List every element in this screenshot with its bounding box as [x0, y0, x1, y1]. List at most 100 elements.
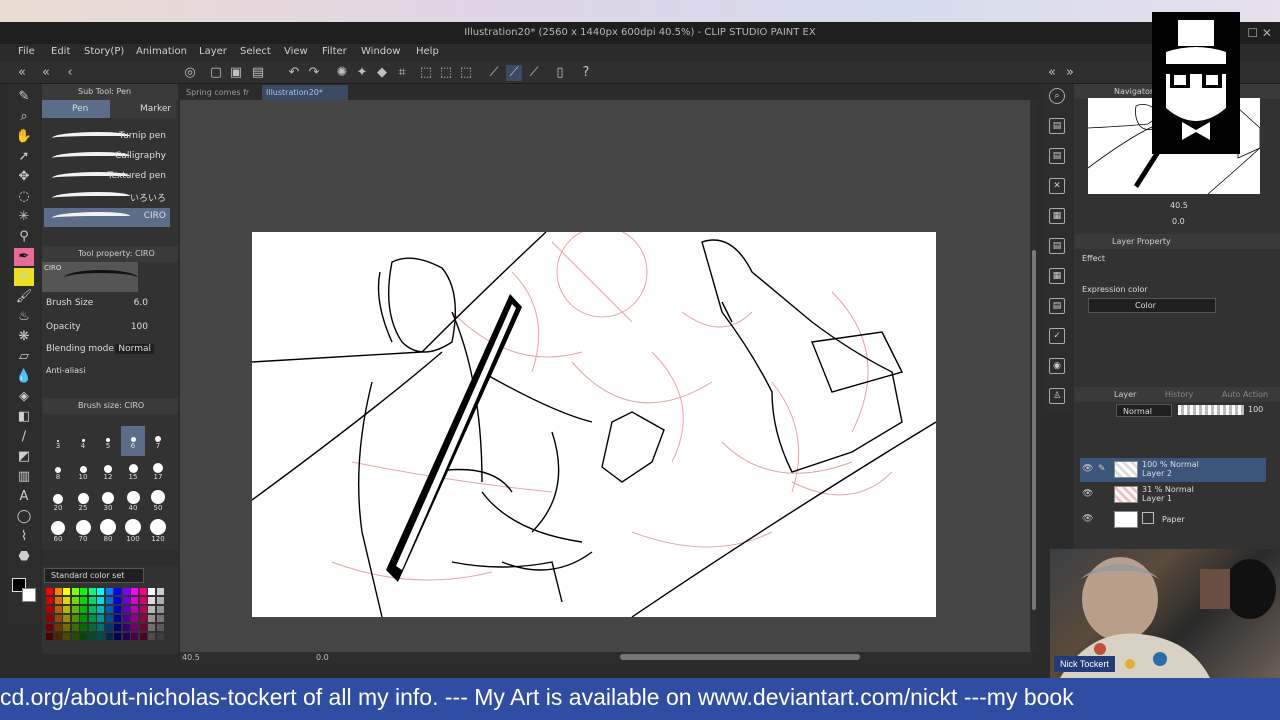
color-swatch[interactable]: [148, 606, 155, 613]
airbrush-icon[interactable]: ♨: [14, 308, 34, 326]
material-icon[interactable]: ▤: [1049, 238, 1065, 254]
magic-wand-icon[interactable]: ✳: [14, 208, 34, 226]
ruler-tool-icon[interactable]: ▥: [14, 468, 34, 486]
color-swatch[interactable]: [97, 597, 104, 604]
menu-edit[interactable]: Edit: [51, 46, 70, 57]
expression-color-dropdown[interactable]: Color: [1088, 298, 1216, 313]
color-swatch[interactable]: [105, 615, 113, 622]
color-swatch[interactable]: [122, 633, 130, 640]
color-swatch[interactable]: [131, 606, 138, 613]
color-swatch[interactable]: [105, 588, 113, 595]
color-swatch[interactable]: [97, 588, 104, 595]
brush-size-option[interactable]: 7: [146, 426, 170, 456]
color-swatch[interactable]: [114, 633, 121, 640]
brush-size-option[interactable]: 70: [71, 519, 95, 549]
brush-size-option[interactable]: 8: [46, 457, 70, 487]
material-icon[interactable]: ▤: [1049, 148, 1065, 164]
invert-selection-icon[interactable]: ⬚: [438, 65, 454, 81]
tab-history[interactable]: History: [1165, 390, 1193, 399]
color-swatch[interactable]: [80, 606, 87, 613]
loading-icon[interactable]: ✺: [334, 65, 350, 81]
color-swatch[interactable]: [148, 624, 155, 631]
clear-icon[interactable]: ✦: [354, 65, 370, 81]
sub-color-swatch[interactable]: [22, 588, 36, 602]
balloon-icon[interactable]: ◯: [14, 508, 34, 526]
color-swatch[interactable]: [80, 615, 87, 622]
angle-readout[interactable]: 0.0: [316, 652, 329, 664]
operation-icon[interactable]: ➚: [14, 148, 34, 166]
color-swatch[interactable]: [46, 624, 53, 631]
collapse-right-icon[interactable]: «: [1044, 65, 1060, 81]
color-swatch[interactable]: [88, 633, 96, 640]
grid-icon[interactable]: ▦: [1049, 208, 1065, 224]
close-panel-icon[interactable]: ✕: [1049, 178, 1065, 194]
color-swatch[interactable]: [131, 597, 138, 604]
material-icon[interactable]: ▤: [1049, 298, 1065, 314]
lasso-icon[interactable]: ◌: [14, 188, 34, 206]
tab-document-active[interactable]: Illustration20*: [262, 85, 348, 100]
tab-marker[interactable]: Marker: [110, 100, 176, 118]
color-swatch[interactable]: [97, 606, 104, 613]
brush-size-option[interactable]: 15: [121, 457, 145, 487]
brush-size-option[interactable]: 3: [46, 426, 70, 456]
pencil-tool-icon[interactable]: ✐: [14, 268, 34, 286]
brush-tool-icon[interactable]: 🖌: [14, 288, 34, 306]
menu-layer[interactable]: Layer: [199, 46, 227, 57]
brush-size-option[interactable]: 60: [46, 519, 70, 549]
color-swatch[interactable]: [97, 624, 104, 631]
brush-size-option[interactable]: 5: [96, 426, 120, 456]
color-swatch[interactable]: [80, 588, 87, 595]
fill-icon[interactable]: ◆: [374, 65, 390, 81]
color-swatch[interactable]: [54, 606, 62, 613]
layer-row[interactable]: 👁 31 % Normal Layer 1: [1080, 483, 1266, 507]
open-folder-icon[interactable]: ▣: [228, 65, 244, 81]
color-swatch[interactable]: [63, 588, 70, 595]
menu-window[interactable]: Window: [361, 46, 400, 57]
brush-size-grid[interactable]: 3 4 5 6 7 8 10 12 15 17 20 25 30 40 50 60 70 80 100 120: [46, 426, 170, 550]
brush-size-option[interactable]: 17: [146, 457, 170, 487]
color-swatch[interactable]: [139, 615, 147, 622]
color-swatch[interactable]: [131, 588, 138, 595]
fill-tool-icon[interactable]: ◈: [14, 388, 34, 406]
color-swatch[interactable]: [148, 588, 155, 595]
brush-size-option[interactable]: 120: [146, 519, 170, 549]
window-buttons[interactable]: ☐ ✕: [1247, 22, 1272, 44]
person-icon[interactable]: ♙: [1049, 388, 1065, 404]
zoom-readout[interactable]: 40.5: [182, 652, 200, 664]
brush-item[interactable]: Textured pen: [44, 168, 170, 187]
color-swatch[interactable]: [105, 597, 113, 604]
crop-icon[interactable]: ⬚: [458, 65, 474, 81]
frame-icon[interactable]: ◩: [14, 448, 34, 466]
color-swatch[interactable]: [131, 615, 138, 622]
color-swatch[interactable]: [114, 624, 121, 631]
color-swatch[interactable]: [46, 597, 53, 604]
color-swatch[interactable]: [105, 606, 113, 613]
color-swatch[interactable]: [71, 588, 79, 595]
check-icon[interactable]: ✓: [1049, 328, 1065, 344]
color-swatch[interactable]: [54, 624, 62, 631]
color-swatch[interactable]: [46, 588, 53, 595]
menu-story[interactable]: Story(P): [84, 46, 124, 57]
color-swatch[interactable]: [97, 615, 104, 622]
color-swatch[interactable]: [114, 597, 121, 604]
color-swatch[interactable]: [54, 633, 62, 640]
menu-select[interactable]: Select: [240, 46, 271, 57]
snap-ruler-icon[interactable]: ⟋: [506, 65, 522, 81]
stamp-icon[interactable]: ⬣: [14, 548, 34, 566]
color-swatch[interactable]: [122, 597, 130, 604]
pen-tool-icon[interactable]: ✒: [14, 248, 34, 266]
grid-icon[interactable]: ▦: [1049, 268, 1065, 284]
color-set-dropdown[interactable]: Standard color set: [44, 568, 144, 583]
color-swatch[interactable]: [122, 624, 130, 631]
color-swatch[interactable]: [156, 615, 164, 622]
device-icon[interactable]: ▯: [552, 65, 568, 81]
eraser-icon[interactable]: ▱: [14, 348, 34, 366]
eye-icon[interactable]: 👁: [1082, 464, 1093, 474]
brush-size-option[interactable]: 12: [96, 457, 120, 487]
color-swatch[interactable]: [71, 597, 79, 604]
save-icon[interactable]: ▤: [250, 65, 266, 81]
brush-size-option[interactable]: 10: [71, 457, 95, 487]
vertical-scrollbar[interactable]: [1030, 100, 1038, 652]
color-swatch[interactable]: [71, 624, 79, 631]
color-swatch[interactable]: [131, 624, 138, 631]
